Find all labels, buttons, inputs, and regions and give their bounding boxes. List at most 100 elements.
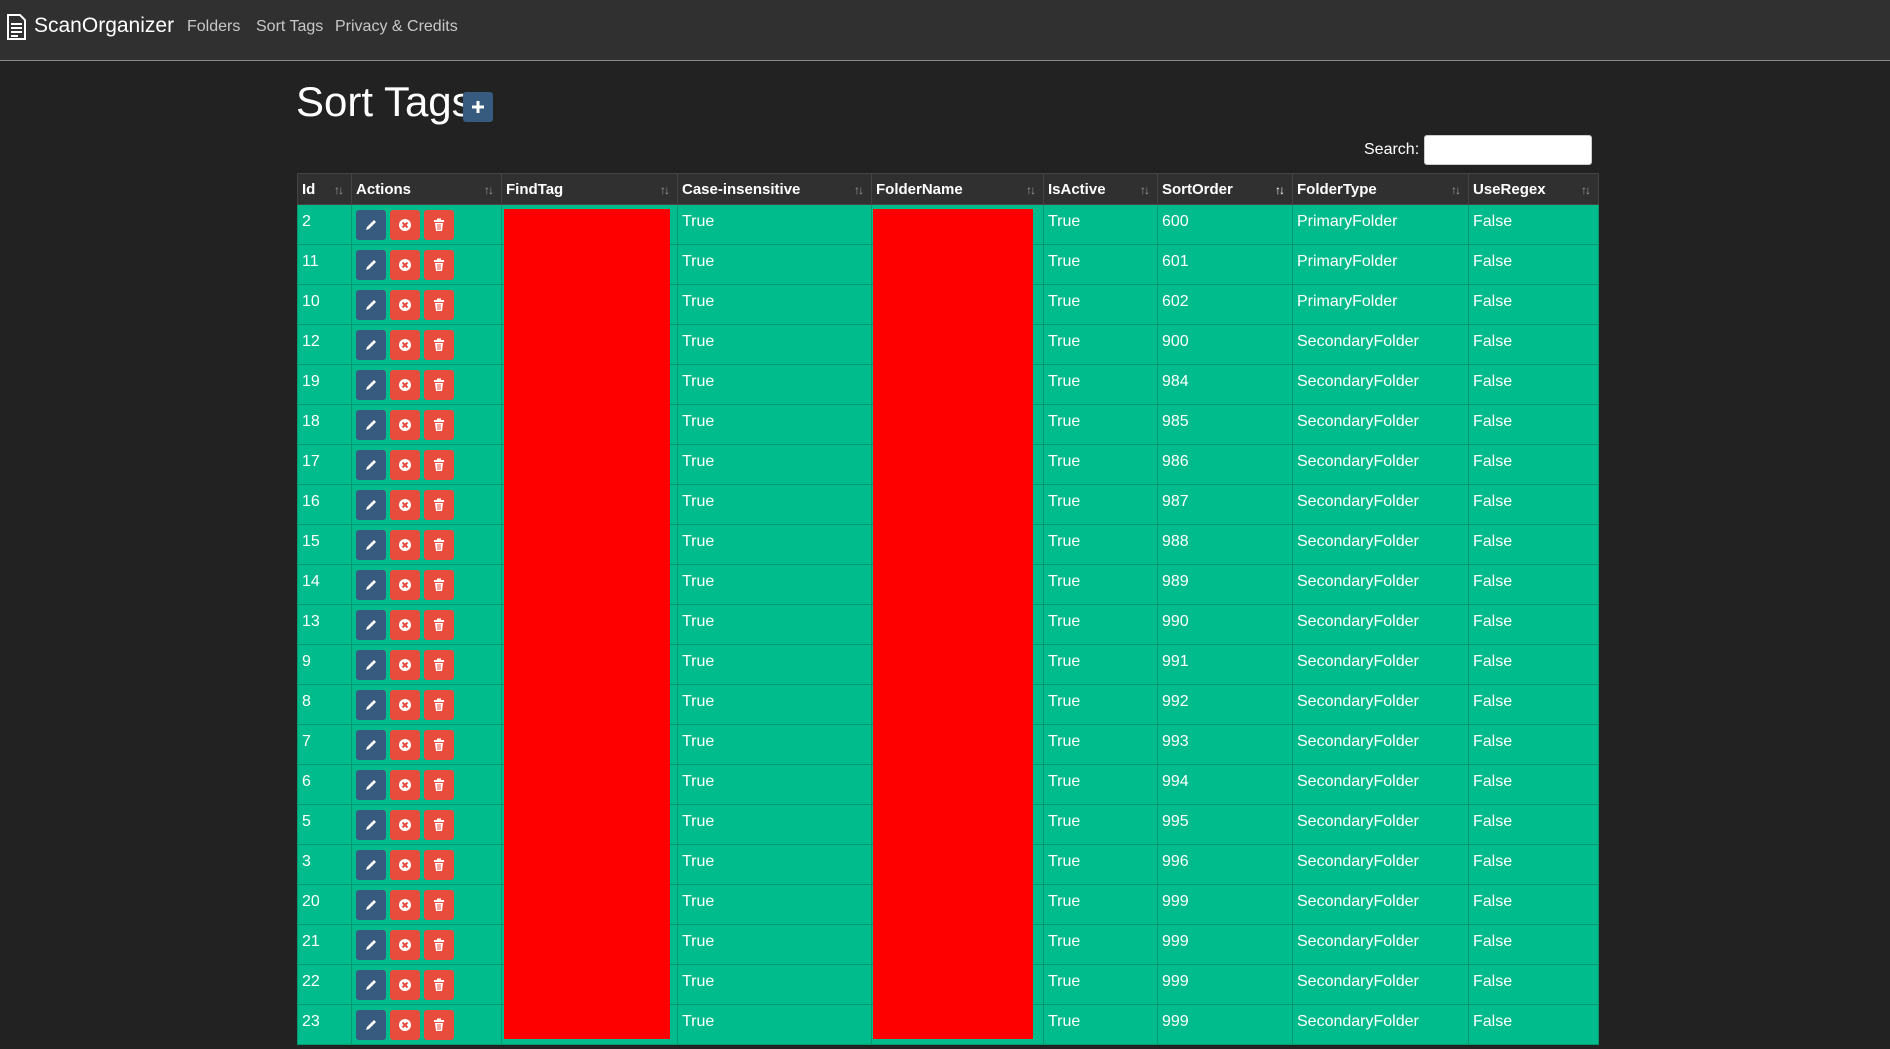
column-header-foldertype[interactable]: FolderType ↑↓	[1292, 173, 1469, 205]
cell-case-insensitive: True	[677, 804, 872, 845]
cell-id: 12	[297, 324, 352, 365]
brand-link[interactable]: ScanOrganizer	[34, 14, 174, 38]
deactivate-button[interactable]	[390, 770, 420, 800]
edit-button[interactable]	[356, 730, 386, 760]
delete-button[interactable]	[424, 450, 454, 480]
delete-button[interactable]	[424, 530, 454, 560]
add-sort-tag-button[interactable]	[463, 92, 493, 122]
edit-button[interactable]	[356, 810, 386, 840]
column-header-sortorder[interactable]: SortOrder ↑↓	[1157, 173, 1293, 205]
deactivate-button[interactable]	[390, 970, 420, 1000]
edit-button[interactable]	[356, 650, 386, 680]
edit-button[interactable]	[356, 1010, 386, 1040]
edit-button[interactable]	[356, 450, 386, 480]
deactivate-button[interactable]	[390, 210, 420, 240]
edit-button[interactable]	[356, 970, 386, 1000]
column-header-isactive[interactable]: IsActive ↑↓	[1043, 173, 1158, 205]
edit-button[interactable]	[356, 690, 386, 720]
deactivate-button[interactable]	[390, 250, 420, 280]
deactivate-button[interactable]	[390, 570, 420, 600]
edit-button[interactable]	[356, 410, 386, 440]
edit-button[interactable]	[356, 250, 386, 280]
cell-case-insensitive: True	[677, 1004, 872, 1045]
delete-button[interactable]	[424, 490, 454, 520]
cell-actions	[351, 924, 502, 965]
column-header-actions[interactable]: Actions ↑↓	[351, 173, 502, 205]
delete-button[interactable]	[424, 690, 454, 720]
delete-button[interactable]	[424, 290, 454, 320]
delete-button[interactable]	[424, 370, 454, 400]
delete-button[interactable]	[424, 770, 454, 800]
cell-sortorder: 999	[1157, 964, 1293, 1005]
cell-actions	[351, 644, 502, 685]
delete-button[interactable]	[424, 250, 454, 280]
nav-link-folders[interactable]: Folders	[187, 18, 240, 36]
delete-button[interactable]	[424, 650, 454, 680]
edit-button[interactable]	[356, 610, 386, 640]
delete-button[interactable]	[424, 930, 454, 960]
edit-button[interactable]	[356, 290, 386, 320]
deactivate-button[interactable]	[390, 890, 420, 920]
cell-id: 15	[297, 524, 352, 565]
edit-button[interactable]	[356, 570, 386, 600]
cell-useregex: False	[1468, 524, 1599, 565]
nav-link-sort-tags[interactable]: Sort Tags	[256, 18, 323, 36]
column-header-foldername[interactable]: FolderName ↑↓	[871, 173, 1044, 205]
nav-link-privacy[interactable]: Privacy & Credits	[335, 18, 458, 36]
cell-foldertype: SecondaryFolder	[1292, 924, 1469, 965]
sort-icon: ↑↓	[660, 183, 670, 197]
deactivate-button[interactable]	[390, 330, 420, 360]
edit-button[interactable]	[356, 930, 386, 960]
delete-button[interactable]	[424, 410, 454, 440]
cell-isactive: True	[1043, 604, 1158, 645]
deactivate-button[interactable]	[390, 450, 420, 480]
column-header-useregex[interactable]: UseRegex ↑↓	[1468, 173, 1599, 205]
deactivate-button[interactable]	[390, 650, 420, 680]
edit-button[interactable]	[356, 370, 386, 400]
edit-button[interactable]	[356, 210, 386, 240]
edit-button[interactable]	[356, 490, 386, 520]
delete-button[interactable]	[424, 730, 454, 760]
deactivate-button[interactable]	[390, 690, 420, 720]
cell-isactive: True	[1043, 484, 1158, 525]
edit-button[interactable]	[356, 850, 386, 880]
deactivate-button[interactable]	[390, 410, 420, 440]
delete-button[interactable]	[424, 850, 454, 880]
cell-case-insensitive: True	[677, 284, 872, 325]
pencil-icon	[366, 940, 376, 950]
cell-sortorder: 999	[1157, 1004, 1293, 1045]
column-header-case-insensitive[interactable]: Case-insensitive ↑↓	[677, 173, 872, 205]
deactivate-button[interactable]	[390, 530, 420, 560]
edit-button[interactable]	[356, 770, 386, 800]
edit-button[interactable]	[356, 330, 386, 360]
delete-button[interactable]	[424, 210, 454, 240]
deactivate-button[interactable]	[390, 810, 420, 840]
navbar: ScanOrganizer Folders Sort Tags Privacy …	[0, 0, 1890, 61]
deactivate-button[interactable]	[390, 850, 420, 880]
trash-icon	[434, 898, 444, 911]
delete-button[interactable]	[424, 1010, 454, 1040]
deactivate-button[interactable]	[390, 610, 420, 640]
deactivate-button[interactable]	[390, 290, 420, 320]
edit-button[interactable]	[356, 890, 386, 920]
edit-button[interactable]	[356, 530, 386, 560]
delete-button[interactable]	[424, 810, 454, 840]
delete-button[interactable]	[424, 610, 454, 640]
deactivate-button[interactable]	[390, 1010, 420, 1040]
deactivate-button[interactable]	[390, 730, 420, 760]
column-header-id[interactable]: Id ↑↓	[297, 173, 352, 205]
deactivate-button[interactable]	[390, 370, 420, 400]
delete-button[interactable]	[424, 890, 454, 920]
search-input[interactable]	[1424, 135, 1592, 165]
column-header-findtag[interactable]: FindTag ↑↓	[501, 173, 678, 205]
delete-button[interactable]	[424, 570, 454, 600]
cell-useregex: False	[1468, 404, 1599, 445]
cell-isactive: True	[1043, 924, 1158, 965]
close-circle-icon	[399, 979, 411, 991]
delete-button[interactable]	[424, 330, 454, 360]
cell-useregex: False	[1468, 284, 1599, 325]
deactivate-button[interactable]	[390, 930, 420, 960]
delete-button[interactable]	[424, 970, 454, 1000]
close-circle-icon	[399, 459, 411, 471]
deactivate-button[interactable]	[390, 490, 420, 520]
